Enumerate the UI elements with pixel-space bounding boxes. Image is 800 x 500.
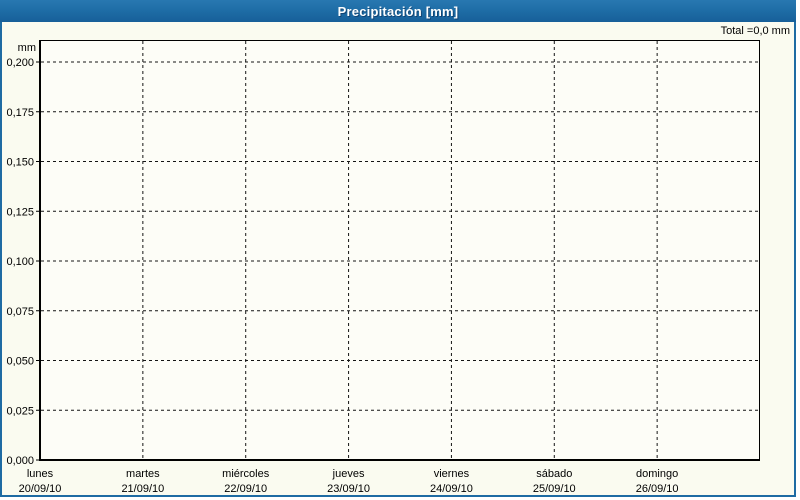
plot-area: mm 0,000 0,025 0,050 0,075 0,100 0,125 0,150 0,1… xyxy=(6,40,760,495)
x-day-label: miércoles xyxy=(222,468,270,480)
y-tick-label: 0,025 xyxy=(6,405,34,417)
y-axis-unit-label: mm xyxy=(18,42,36,54)
chart-window: Precipitación [mm] Total =0,0 mm mm 0,000… xyxy=(0,0,800,500)
x-date-label: 25/09/10 xyxy=(533,483,576,495)
y-tick-label: 0,150 xyxy=(6,157,34,169)
x-date-label: 23/09/10 xyxy=(327,483,370,495)
x-day-label: sábado xyxy=(536,468,572,480)
x-date-label: 22/09/10 xyxy=(224,483,267,495)
x-date-label: 24/09/10 xyxy=(430,483,473,495)
y-tick-label: 0,175 xyxy=(6,107,34,119)
x-day-label: lunes xyxy=(27,468,54,480)
y-tick-label: 0,200 xyxy=(6,57,34,69)
plot-background xyxy=(40,40,760,460)
y-tick-label: 0,000 xyxy=(6,455,34,467)
x-date-label: 20/09/10 xyxy=(19,483,62,495)
x-day-label: martes xyxy=(126,468,160,480)
y-tick-label: 0,050 xyxy=(6,356,34,368)
x-day-label: jueves xyxy=(332,468,365,480)
y-tick-label: 0,075 xyxy=(6,306,34,318)
y-tick-label: 0,125 xyxy=(6,206,34,218)
x-day-label: viernes xyxy=(434,468,470,480)
x-day-label: domingo xyxy=(636,468,678,480)
x-date-label: 26/09/10 xyxy=(636,483,679,495)
x-date-label: 21/09/10 xyxy=(121,483,164,495)
y-tick-label: 0,100 xyxy=(6,256,34,268)
